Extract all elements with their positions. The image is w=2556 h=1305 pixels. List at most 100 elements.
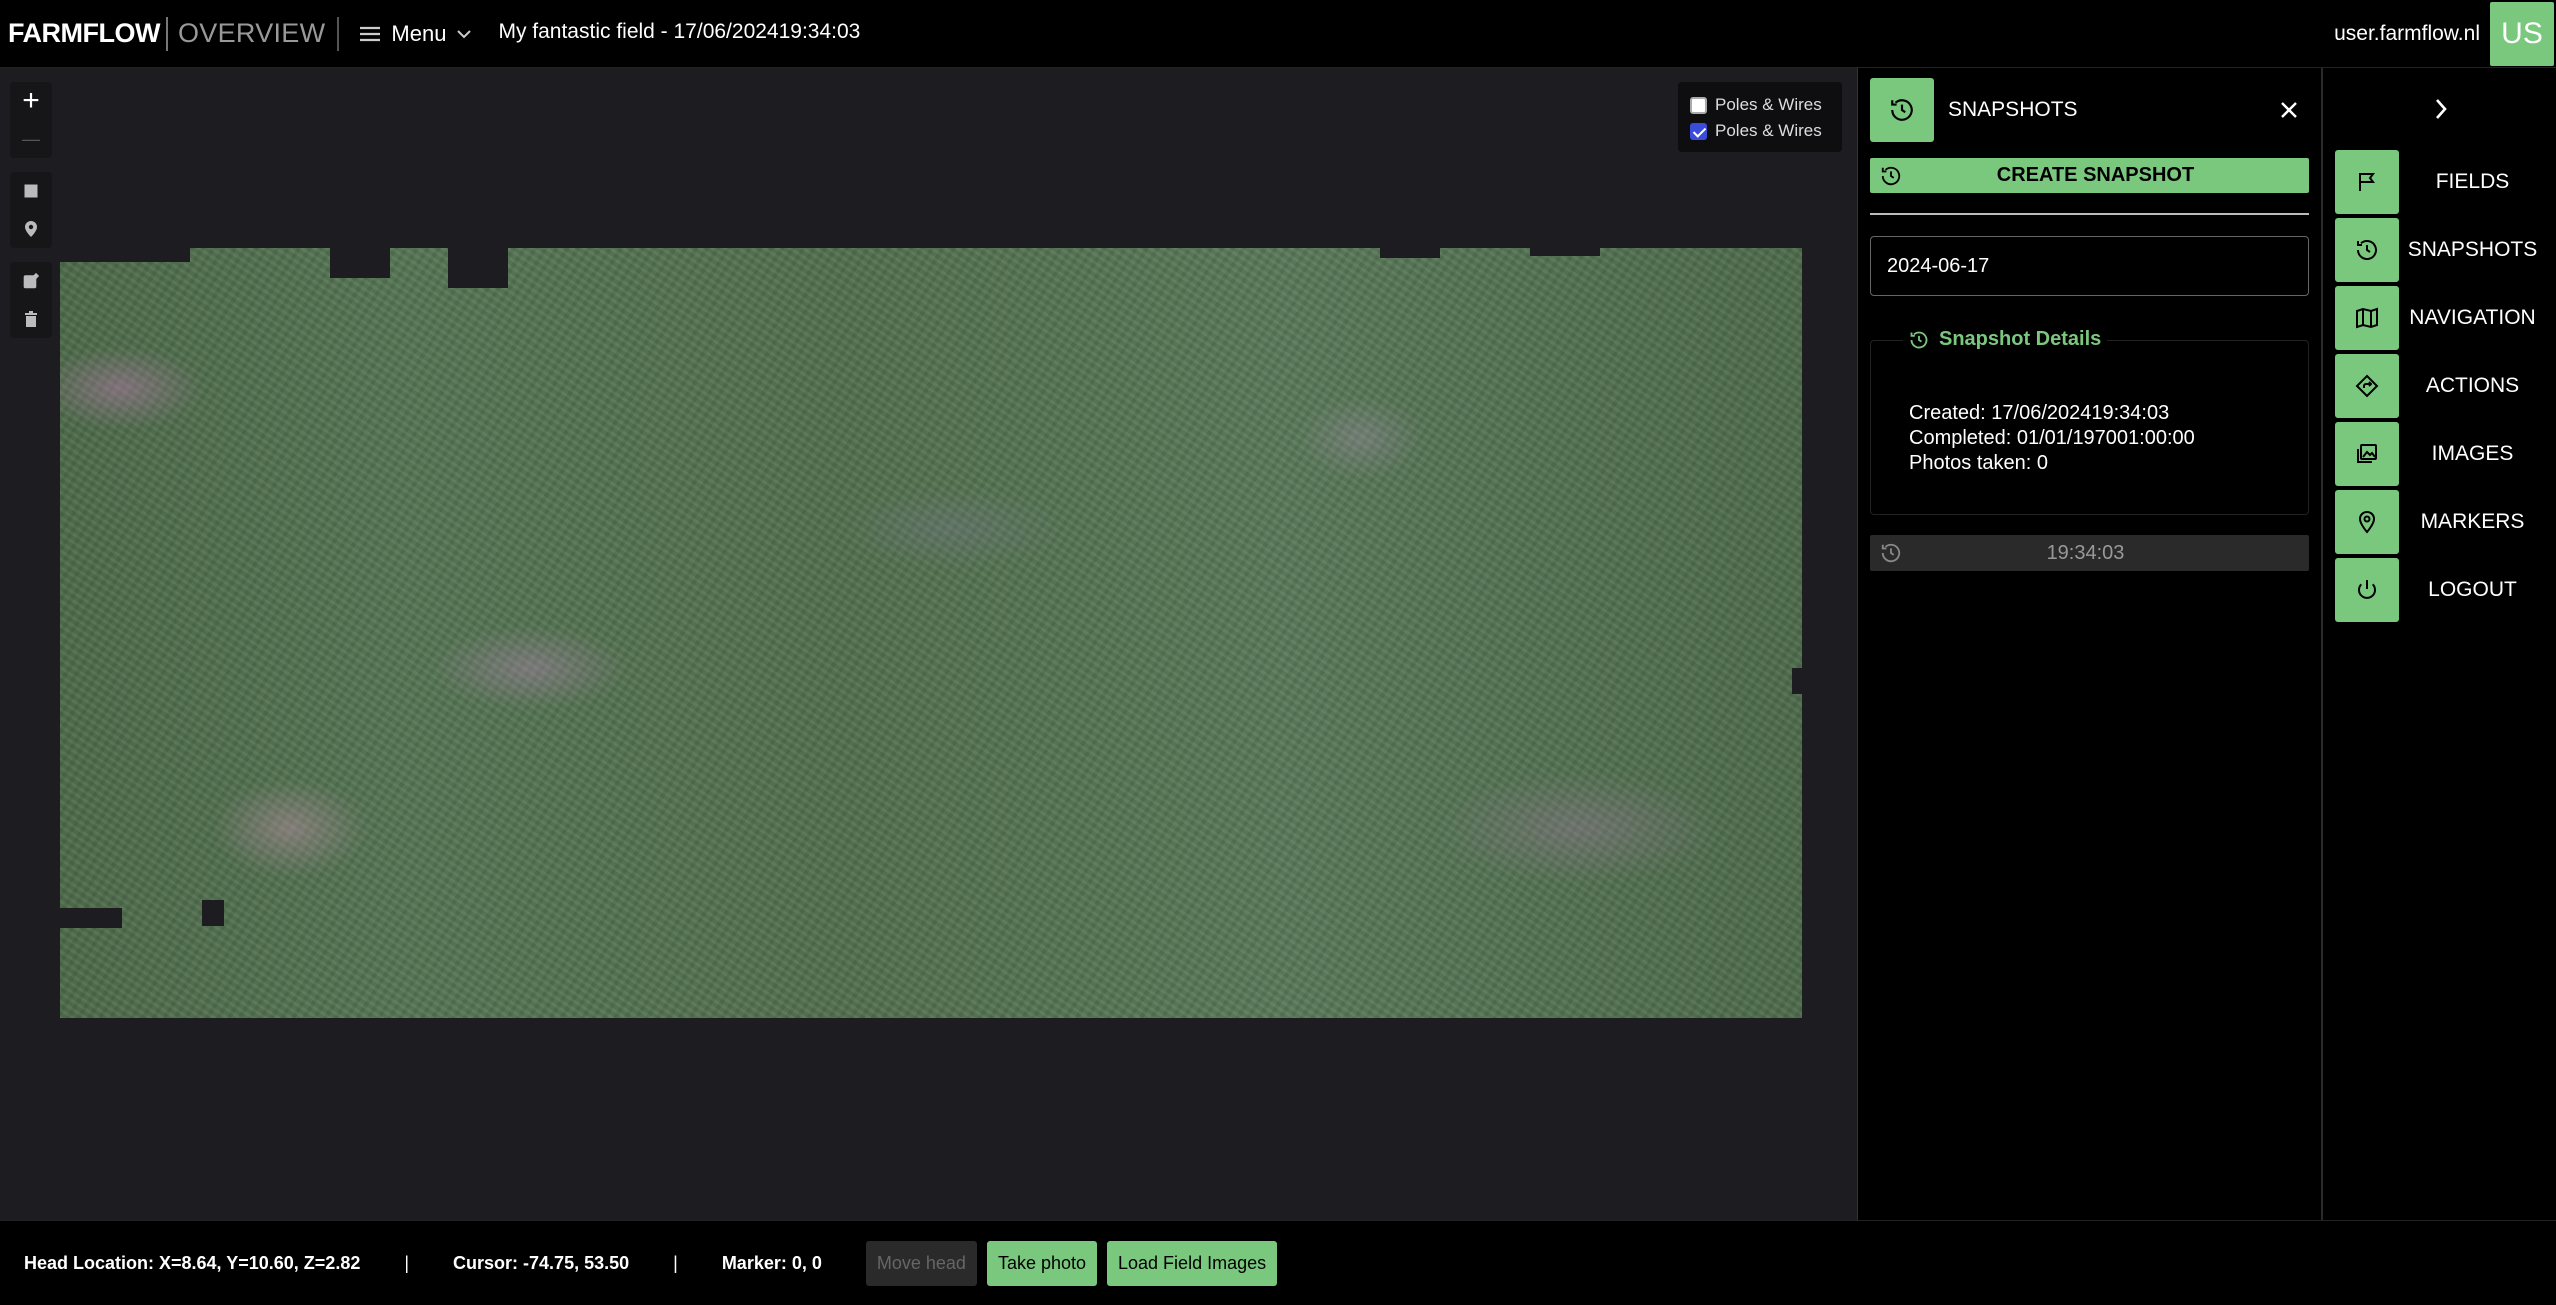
zoom-out-button[interactable]: —: [10, 120, 52, 158]
map-icon: [2335, 286, 2399, 350]
trash-icon: [25, 311, 37, 327]
take-photo-button[interactable]: Take photo: [986, 1240, 1098, 1286]
details-title-text: Snapshot Details: [1939, 328, 2102, 350]
image-gap: [60, 908, 122, 928]
chevron-down-icon: [457, 29, 472, 38]
user-email: user.farmflow.nl: [2334, 22, 2480, 45]
create-snapshot-button[interactable]: CREATE SNAPSHOT: [1870, 158, 2309, 193]
avatar[interactable]: US: [2490, 2, 2554, 66]
delete-layers-button[interactable]: [10, 300, 52, 338]
photos-text: Photos taken: 0: [1909, 452, 2048, 474]
close-icon: [2281, 102, 2297, 118]
history-icon: [1881, 543, 1901, 563]
history-icon: [1910, 331, 1928, 348]
layer-label: Poles & Wires: [1715, 95, 1822, 114]
zoom-controls: + —: [10, 82, 52, 158]
brand[interactable]: FARMFLOW OVERVIEW: [0, 0, 325, 68]
layer-label: Poles & Wires: [1715, 121, 1822, 140]
nav-item-navigation[interactable]: NAVIGATION: [2335, 286, 2546, 350]
image-gap: [1792, 668, 1802, 694]
brand-divider: [165, 16, 168, 51]
draw-rectangle-button[interactable]: [10, 172, 52, 210]
images-icon: [2335, 422, 2399, 486]
nav-item-logout[interactable]: LOGOUT: [2335, 558, 2546, 622]
layer-toggle[interactable]: Poles & Wires: [1690, 92, 1830, 118]
layer-toggle[interactable]: Poles & Wires: [1690, 118, 1830, 144]
nav-label: SNAPSHOTS: [2407, 238, 2538, 261]
close-button[interactable]: [2269, 90, 2309, 130]
move-head-button[interactable]: Move head: [865, 1240, 977, 1286]
head-location: Head Location: X=8.64, Y=10.60, Z=2.82: [24, 1252, 361, 1273]
edit-controls: [10, 262, 52, 338]
edit-icon: [23, 273, 39, 289]
history-icon: [1881, 166, 1901, 185]
completed-text: Completed: 01/01/197001:00:00: [1909, 427, 2195, 449]
snapshot-details: Snapshot Details Created: 17/06/202419:3…: [1870, 327, 2309, 515]
image-gap: [60, 248, 190, 262]
menu-label: Menu: [391, 20, 447, 46]
edit-layers-button[interactable]: [10, 262, 52, 300]
image-gap: [330, 248, 390, 278]
date-select[interactable]: 2024-06-17: [1870, 236, 2309, 296]
snapshots-panel: SNAPSHOTS CREATE SNAPSHOT 2024-06-17 Sna…: [1857, 68, 2323, 1220]
divider: [1870, 213, 2309, 215]
image-gap: [1530, 248, 1600, 256]
nav-item-actions[interactable]: ACTIONS: [2335, 354, 2546, 418]
layer-checkbox[interactable]: [1690, 96, 1707, 114]
square-icon: [24, 184, 38, 198]
nav-item-snapshots[interactable]: SNAPSHOTS: [2335, 218, 2546, 282]
power-icon: [2335, 558, 2399, 622]
zoom-in-button[interactable]: +: [10, 82, 52, 120]
separator: |: [673, 1252, 678, 1273]
panel-header: SNAPSHOTS: [1870, 78, 2309, 142]
image-gap: [60, 1018, 1802, 1028]
cursor-position: Cursor: -74.75, 53.50: [453, 1252, 630, 1273]
user-area: user.farmflow.nl US: [2334, 0, 2554, 68]
pin-icon: [25, 221, 37, 237]
marker-position: Marker: 0, 0: [721, 1252, 822, 1273]
created-text: Created: 17/06/202419:34:03: [1909, 402, 2170, 424]
history-icon: [2335, 218, 2399, 282]
section-title: OVERVIEW: [177, 18, 326, 48]
load-field-images-button[interactable]: Load Field Images: [1107, 1240, 1278, 1286]
map-view[interactable]: + — Poles & Wires Poles & Wires: [0, 68, 1857, 1220]
field-orthophoto: [60, 248, 1802, 1028]
image-gap: [448, 248, 508, 288]
image-gap: [1380, 248, 1440, 258]
chevron-right-icon: [2435, 99, 2447, 119]
snapshot-list-item[interactable]: 19:34:03: [1870, 535, 2309, 571]
top-bar: FARMFLOW OVERVIEW Menu My fantastic fiel…: [0, 0, 2556, 68]
separator: |: [404, 1252, 410, 1273]
marker-icon: [2335, 490, 2399, 554]
nav-label: MARKERS: [2420, 510, 2525, 533]
layer-checkbox[interactable]: [1690, 122, 1707, 140]
brand-name: FARMFLOW: [8, 18, 160, 48]
header-divider: [337, 16, 340, 51]
draw-marker-button[interactable]: [10, 210, 52, 248]
layer-switcher: Poles & Wires Poles & Wires: [1678, 82, 1842, 152]
history-icon: [1870, 78, 1934, 142]
draw-controls: [10, 172, 52, 248]
snapshot-time: 19:34:03: [2046, 541, 2125, 564]
collapse-nav-button[interactable]: [2335, 68, 2546, 150]
nav-label: LOGOUT: [2428, 578, 2517, 601]
nav-item-images[interactable]: IMAGES: [2335, 422, 2546, 486]
map-controls: + —: [10, 82, 52, 352]
field-title: My fantastic field - 17/06/202419:34:03: [498, 19, 861, 43]
nav-label: ACTIONS: [2425, 374, 2520, 397]
panel-title: SNAPSHOTS: [1948, 98, 2078, 121]
directions-icon: [2335, 354, 2399, 418]
nav-label: IMAGES: [2431, 442, 2514, 465]
nav-label: NAVIGATION: [2409, 306, 2536, 329]
side-nav: FIELDS SNAPSHOTS NAVIGATION ACTIONS IMAG…: [2325, 68, 2556, 1220]
details-title: Snapshot Details: [1903, 327, 2108, 352]
nav-label: FIELDS: [2435, 170, 2510, 193]
menu-button[interactable]: Menu: [359, 0, 472, 68]
image-gap: [202, 900, 224, 926]
status-bar: Head Location: X=8.64, Y=10.60, Z=2.82 |…: [0, 1220, 2556, 1305]
hamburger-icon: [360, 26, 381, 41]
create-snapshot-label: CREATE SNAPSHOT: [1996, 164, 2195, 186]
nav-item-fields[interactable]: FIELDS: [2335, 150, 2546, 214]
flag-icon: [2335, 150, 2399, 214]
nav-item-markers[interactable]: MARKERS: [2335, 490, 2546, 554]
